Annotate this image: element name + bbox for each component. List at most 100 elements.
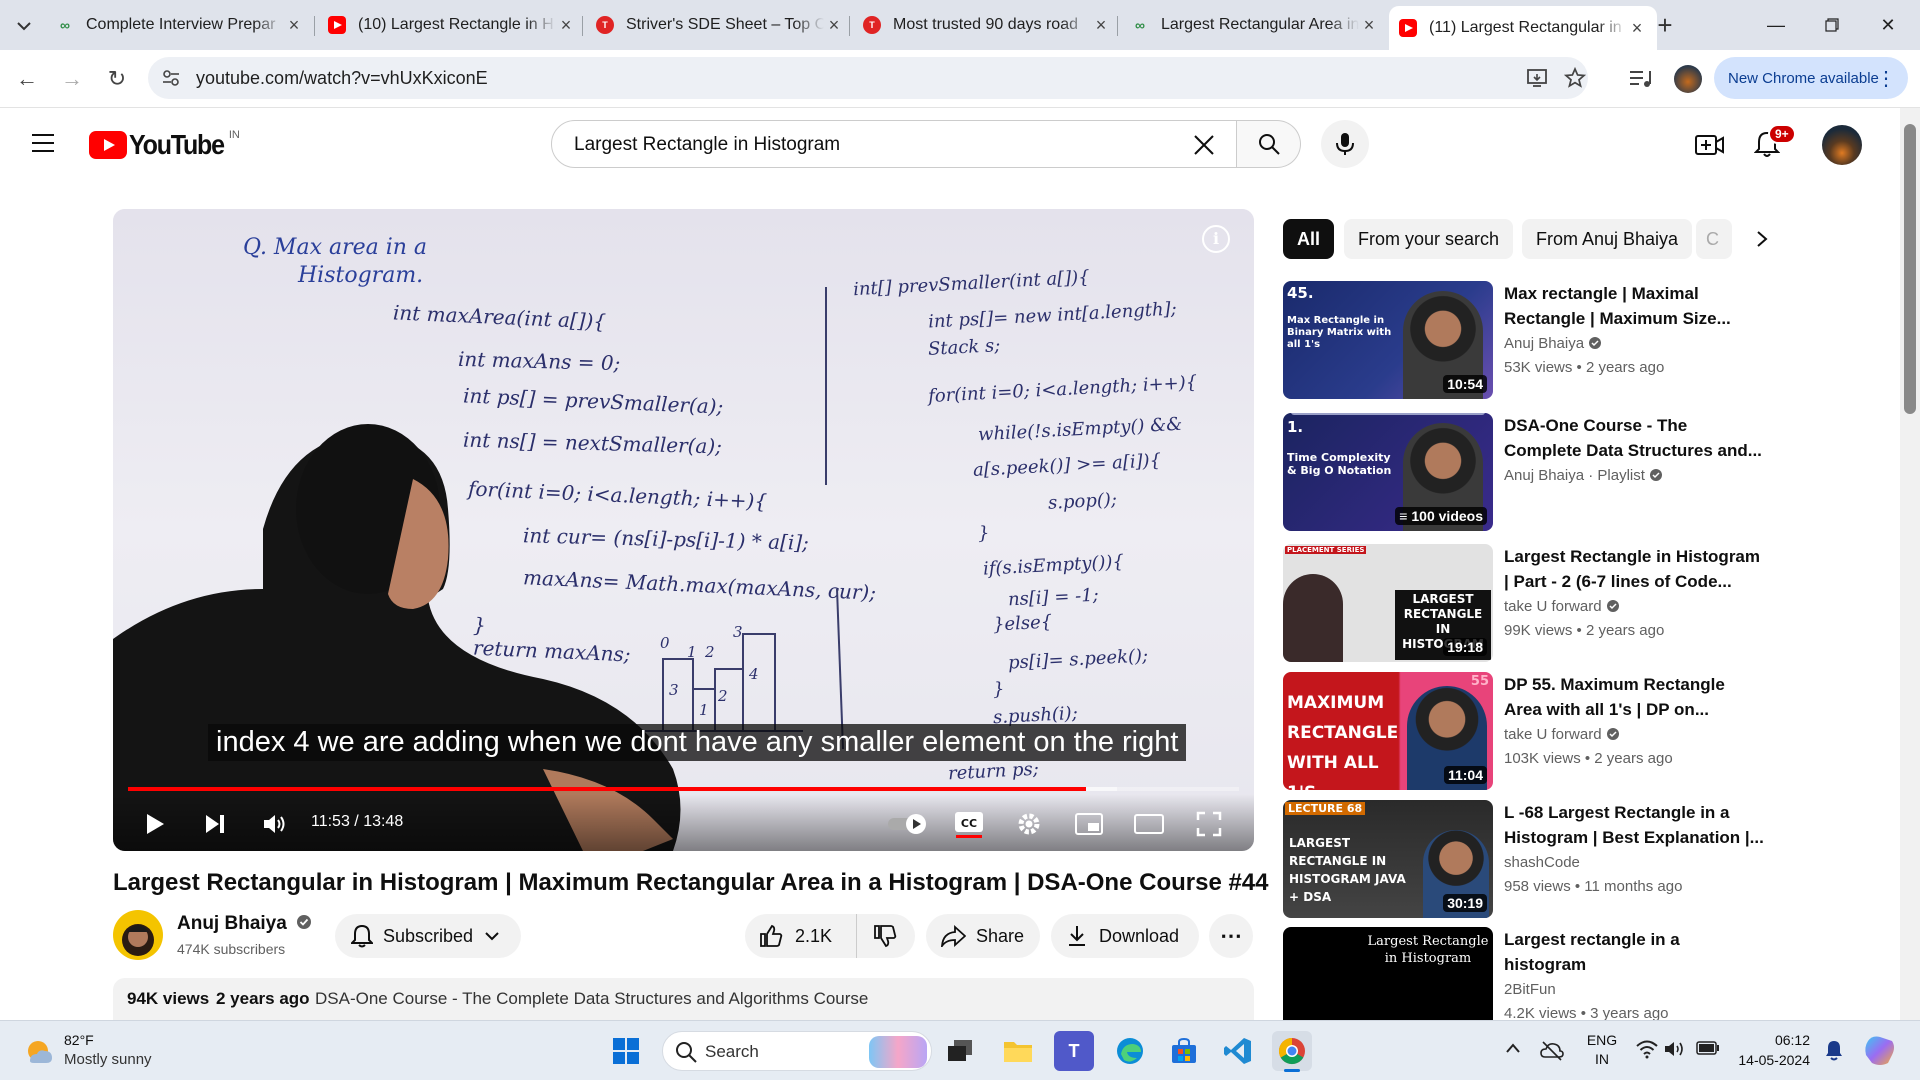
notification-bell-icon[interactable] <box>1824 1039 1844 1061</box>
more-actions-button[interactable]: ⋯ <box>1209 914 1253 958</box>
playlist-link[interactable]: DSA-One Course - The Complete Data Struc… <box>315 989 868 1009</box>
close-tab-icon[interactable]: × <box>1359 15 1379 36</box>
create-video-icon[interactable] <box>1695 132 1725 158</box>
like-button[interactable]: 2.1K <box>745 914 857 958</box>
browser-tab[interactable]: (11) Largest Rectangular in × <box>1389 6 1657 50</box>
browser-tab[interactable]: T Striver's SDE Sheet – Top C × <box>586 8 854 42</box>
recommendation-item[interactable]: LECTURE 68 LARGEST RECTANGLE IN HISTOGRA… <box>1283 800 1764 920</box>
play-button[interactable] <box>137 806 173 842</box>
close-window-button[interactable]: ✕ <box>1860 0 1916 50</box>
search-input[interactable]: Largest Rectangle in Histogram <box>551 120 1237 168</box>
video-player[interactable]: Q. Max area in a Histogram. int maxArea(… <box>113 209 1254 851</box>
subscribe-button[interactable]: Subscribed <box>335 914 521 958</box>
bookmark-star-icon[interactable] <box>1564 67 1586 89</box>
cloud-offline-icon[interactable] <box>1540 1039 1564 1061</box>
recommendation-thumbnail[interactable]: 1. Time Complexity & Big O Notation ≡ 100… <box>1283 413 1493 531</box>
recommendation-thumbnail[interactable]: MAXIMUM RECTANGLE WITH ALL 1'S 55 11:04 <box>1283 672 1493 790</box>
clear-search-icon[interactable] <box>1192 133 1216 157</box>
recommendation-channel[interactable]: shashCode <box>1504 854 1580 871</box>
recommendation-title[interactable]: DSA-One Course - The Complete Data Struc… <box>1504 413 1764 463</box>
recommendation-item[interactable]: MAXIMUM RECTANGLE WITH ALL 1'S 55 11:04 … <box>1283 672 1763 792</box>
close-tab-icon[interactable]: × <box>824 15 844 36</box>
theater-mode-button[interactable] <box>1131 806 1167 842</box>
clock[interactable]: 06:12 14-05-2024 <box>1730 1030 1810 1070</box>
wifi-icon[interactable] <box>1636 1039 1658 1059</box>
start-button[interactable] <box>606 1031 646 1071</box>
close-tab-icon[interactable]: × <box>1091 15 1111 36</box>
recommendation-thumbnail[interactable]: PLACEMENT SERIES LARGEST RECTANGLE IN HI… <box>1283 544 1493 662</box>
settings-button[interactable] <box>1011 806 1047 842</box>
taskbar-file-explorer[interactable] <box>998 1031 1038 1071</box>
recommendation-item[interactable]: Largest Rectangle in Histogram Largest r… <box>1283 927 1763 1020</box>
chip-more[interactable]: C <box>1696 219 1732 259</box>
battery-icon[interactable] <box>1696 1041 1720 1055</box>
tab-search-button[interactable] <box>10 12 38 40</box>
forward-button[interactable]: → <box>55 62 89 96</box>
weather-widget[interactable]: 82°F Mostly sunny <box>22 1031 172 1071</box>
taskbar-store[interactable] <box>1164 1031 1204 1071</box>
new-tab-button[interactable]: + <box>1650 10 1680 40</box>
profile-avatar[interactable] <box>1674 65 1702 93</box>
youtube-logo[interactable]: YouTube IN <box>89 129 240 160</box>
download-button[interactable]: Download <box>1051 914 1199 958</box>
reload-button[interactable]: ↻ <box>100 62 134 96</box>
chip-from-anuj-bhaiya[interactable]: From Anuj Bhaiya <box>1522 219 1693 259</box>
recommendation-title[interactable]: Largest Rectangle in Histogram | Part - … <box>1504 544 1764 594</box>
description-box[interactable]: 94K views 2 years ago DSA-One Course - T… <box>113 978 1254 1020</box>
chips-next-button[interactable] <box>1742 219 1782 259</box>
channel-name[interactable]: Anuj Bhaiya <box>177 913 312 935</box>
media-controls-icon[interactable] <box>1628 67 1652 91</box>
recommendation-title[interactable]: Max rectangle | Maximal Rectangle | Maxi… <box>1504 281 1764 331</box>
recommendation-channel[interactable]: take U forward <box>1504 598 1620 615</box>
page-scrollbar[interactable] <box>1900 108 1920 1020</box>
taskbar-teams[interactable]: T <box>1054 1031 1094 1071</box>
browser-tab[interactable]: ∞ Complete Interview Prepar × <box>46 8 314 42</box>
chip-all[interactable]: All <box>1283 219 1335 259</box>
recommendation-thumbnail[interactable]: Largest Rectangle in Histogram <box>1283 927 1493 1020</box>
video-info-button[interactable]: i <box>1202 225 1230 253</box>
scrollbar-thumb[interactable] <box>1904 124 1916 414</box>
voice-search-button[interactable] <box>1321 120 1369 168</box>
account-avatar[interactable] <box>1822 125 1862 165</box>
channel-avatar[interactable] <box>113 910 163 960</box>
notifications-button[interactable]: 9+ <box>1753 124 1796 160</box>
recommendation-thumbnail[interactable]: 45. Max Rectangle in Binary Matrix with … <box>1283 281 1493 399</box>
show-hidden-icons-button[interactable] <box>1505 1041 1521 1059</box>
speaker-icon[interactable] <box>1664 1039 1686 1059</box>
recommendation-item[interactable]: PLACEMENT SERIES LARGEST RECTANGLE IN HI… <box>1283 544 1763 664</box>
close-tab-icon[interactable]: × <box>556 15 576 36</box>
miniplayer-button[interactable] <box>1071 806 1107 842</box>
recommendation-title[interactable]: DP 55. Maximum Rectangle Area with all 1… <box>1504 672 1764 722</box>
share-button[interactable]: Share <box>926 914 1040 958</box>
next-button[interactable] <box>197 806 233 842</box>
restore-button[interactable] <box>1804 0 1860 50</box>
close-tab-icon[interactable]: × <box>284 15 304 36</box>
taskbar-chrome[interactable] <box>1272 1031 1312 1072</box>
taskbar-edge[interactable] <box>1110 1031 1150 1071</box>
browser-tab[interactable]: (10) Largest Rectangle in H × <box>318 8 586 42</box>
minimize-button[interactable]: — <box>1748 0 1804 50</box>
browser-tab[interactable]: ∞ Largest Rectangular Area in × <box>1121 8 1389 42</box>
recommendation-item[interactable]: 45. Max Rectangle in Binary Matrix with … <box>1283 281 1763 401</box>
recommendation-item[interactable]: 1. Time Complexity & Big O Notation ≡ 100… <box>1283 413 1763 533</box>
back-button[interactable]: ← <box>10 62 44 96</box>
dislike-button[interactable] <box>857 914 913 958</box>
taskbar-search[interactable]: Search <box>662 1031 932 1071</box>
install-app-icon[interactable] <box>1526 67 1548 89</box>
autoplay-toggle[interactable] <box>885 806 931 842</box>
close-tab-icon[interactable]: × <box>1627 18 1647 39</box>
recommendation-channel[interactable]: take U forward <box>1504 726 1620 743</box>
recommendation-channel[interactable]: 2BitFun <box>1504 981 1556 998</box>
progress-bar[interactable] <box>128 787 1239 791</box>
fullscreen-button[interactable] <box>1191 806 1227 842</box>
browser-tab[interactable]: T Most trusted 90 days road × <box>853 8 1121 42</box>
taskbar-task-view[interactable] <box>940 1031 980 1071</box>
language-indicator[interactable]: ENG IN <box>1584 1031 1620 1069</box>
recommendation-thumbnail[interactable]: LECTURE 68 LARGEST RECTANGLE IN HISTOGRA… <box>1283 800 1493 918</box>
address-bar[interactable]: youtube.com/watch?v=vhUxKxiconE <box>148 57 1588 99</box>
chip-from-your-search[interactable]: From your search <box>1344 219 1514 259</box>
recommendation-title[interactable]: Largest rectangle in a histogram <box>1504 927 1763 977</box>
chrome-update-button[interactable]: New Chrome available ⋮ <box>1714 57 1908 99</box>
search-button[interactable] <box>1237 120 1301 168</box>
guide-menu-button[interactable] <box>30 132 58 156</box>
